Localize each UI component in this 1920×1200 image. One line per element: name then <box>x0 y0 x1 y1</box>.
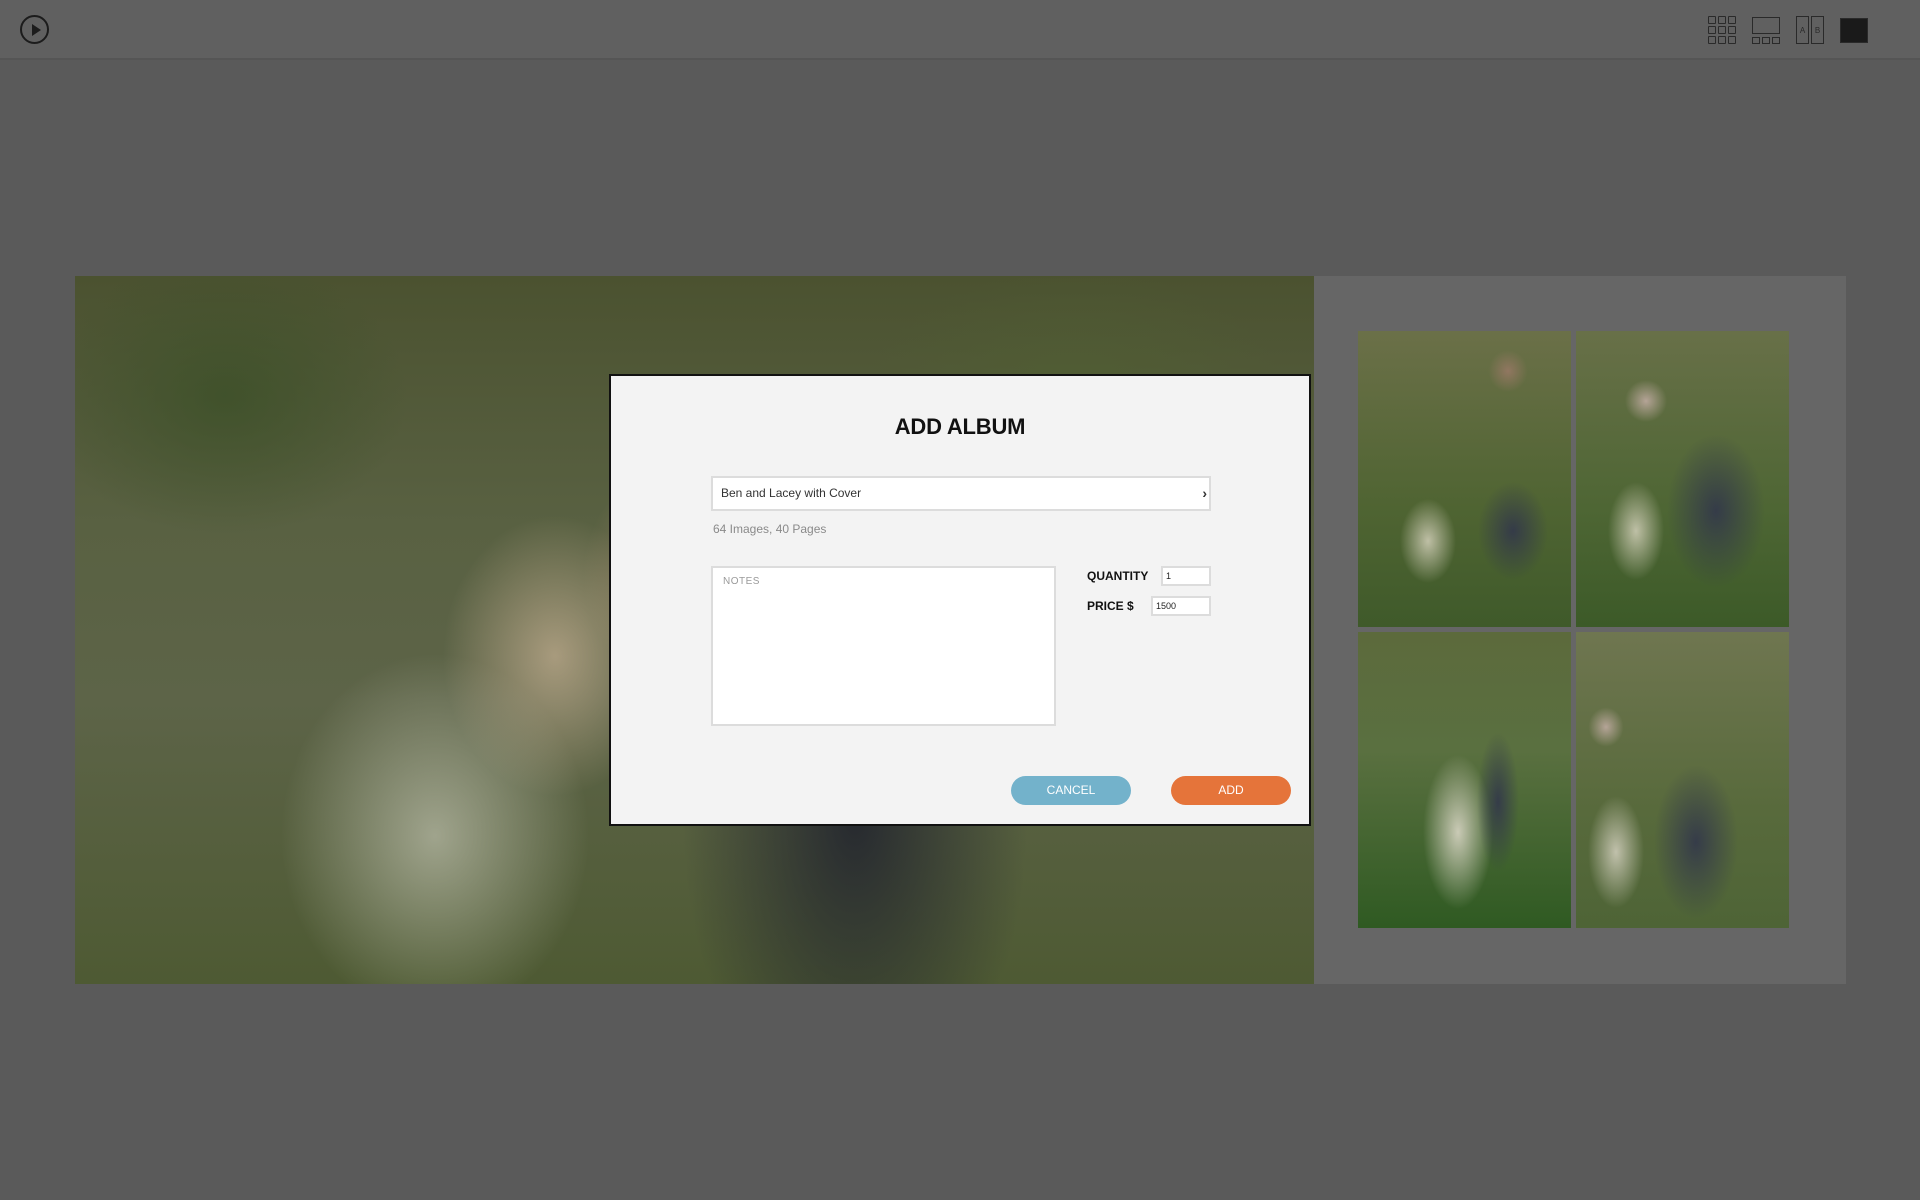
album-thumbnail[interactable] <box>1358 632 1571 928</box>
play-icon <box>32 24 41 36</box>
compare-b-icon: B <box>1811 16 1824 44</box>
single-plus-filmstrip-icon <box>1752 17 1780 34</box>
album-thumbnail[interactable] <box>1576 331 1789 627</box>
grid-cell <box>1708 36 1716 44</box>
album-meta: 64 Images, 40 Pages <box>713 522 827 536</box>
album-thumbnail[interactable] <box>1358 331 1571 627</box>
play-slideshow-button[interactable] <box>20 15 49 44</box>
top-toolbar: A B <box>0 0 1920 60</box>
compare-view-button[interactable]: A B <box>1796 16 1824 44</box>
grid-cell <box>1728 16 1736 24</box>
price-label: PRICE $ <box>1087 599 1134 613</box>
dialog-title: ADD ALBUM <box>894 414 1026 439</box>
full-view-button[interactable] <box>1840 17 1868 43</box>
grid-cell <box>1718 26 1726 34</box>
quantity-label: QUANTITY <box>1087 569 1149 583</box>
album-thumbnail[interactable] <box>1576 632 1789 928</box>
cancel-button[interactable]: CANCEL <box>1011 776 1131 805</box>
single-view-button[interactable] <box>1752 16 1780 44</box>
grid-cell <box>1718 36 1726 44</box>
quantity-input[interactable] <box>1161 566 1211 586</box>
grid-cell <box>1728 26 1736 34</box>
view-mode-switcher: A B <box>1708 14 1868 46</box>
filmstrip-cell <box>1762 37 1770 44</box>
album-right-page <box>1314 276 1846 984</box>
add-button[interactable]: ADD <box>1171 776 1291 805</box>
grid-cell <box>1708 26 1716 34</box>
compare-a-icon: A <box>1796 16 1809 44</box>
chevron-right-icon: › <box>1202 485 1207 501</box>
grid-cell <box>1728 36 1736 44</box>
add-album-dialog: ADD ALBUM Ben and Lacey with Cover › 64 … <box>609 374 1311 826</box>
notes-field[interactable] <box>711 566 1056 726</box>
filmstrip-cell <box>1752 37 1760 44</box>
grid-view-button[interactable] <box>1708 16 1736 44</box>
price-input[interactable] <box>1151 596 1211 616</box>
filmstrip-cell <box>1772 37 1780 44</box>
album-select-value: Ben and Lacey with Cover <box>721 486 862 500</box>
album-select[interactable]: Ben and Lacey with Cover › <box>711 476 1211 511</box>
grid-cell <box>1708 16 1716 24</box>
grid-cell <box>1718 16 1726 24</box>
